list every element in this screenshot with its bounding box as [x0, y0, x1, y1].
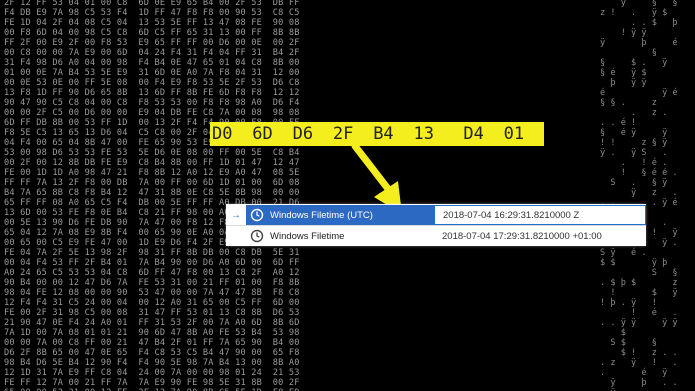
ascii-dump-row: . z ÿ ! .	[600, 358, 683, 368]
hex-byte: D0	[212, 124, 233, 144]
hex-dump-row: 12 F4 F4 31 C5 24 00 04 00 12 A0 31 65 0…	[4, 298, 305, 308]
hex-dump-row: 00 0E 53 0E 00 FF 5E 08 00 F4 E9 F8 53 5…	[4, 78, 305, 88]
row-value: 2018-07-04 16:29:31.8210000 Z	[443, 209, 580, 221]
hex-dump-row: 13 F8 1D FF 90 D6 65 8B 13 6D FF 8B FE 6…	[4, 88, 305, 98]
hex-dump-row: A0 24 65 C5 53 53 04 C8 6D FF 47 F8 00 1…	[4, 268, 305, 278]
ascii-dump-row: é ÿ é	[600, 88, 683, 98]
hex-byte: B4	[373, 124, 394, 144]
ascii-dump-row: . $ þ $ z	[600, 278, 683, 288]
ascii-dump-row: $ $ ÿ þ	[600, 258, 683, 268]
clock-icon	[250, 208, 264, 222]
hex-dump-row: 2F 12 FF 53 04 01 00 C8 6D 0E E9 65 B4 0…	[4, 0, 305, 8]
hex-dump-row: 53 00 98 D6 53 53 FE 53 5E D6 0E 08 00 F…	[4, 148, 305, 158]
hex-dump-row: FF FF 7A 13 2F F8 00 DB 7A 00 FF 00 6D 1…	[4, 178, 305, 188]
hex-dump-row: 00 2F 00 12 8B DB FE E9 C8 B4 8B 00 FF 1…	[4, 158, 305, 168]
ascii-dump-row: S $ §	[600, 338, 683, 348]
ascii-dump-row: § é ÿ ÿ	[600, 128, 683, 138]
hex-dump-background: 2F 12 FF 53 04 01 00 C8 6D 0E E9 65 B4 0…	[0, 0, 695, 391]
ascii-dump-row: S §	[600, 268, 683, 278]
ascii-dump-row: ! ! z § ÿ	[600, 138, 683, 148]
ascii-dump-row: § § . z	[600, 98, 683, 108]
ascii-dump-row: . ! é .	[600, 158, 683, 168]
ascii-dump-row: ÿ z .	[600, 188, 683, 198]
hex-dump-row: FE FF 12 7A 00 21 FF 7A 7A E9 90 FE 98 5…	[4, 378, 305, 388]
filetime-utc-row[interactable]: → Windows Filetime (UTC) 2018-07-04 16:2…	[226, 205, 646, 225]
hex-dump-row: 00 04 F4 53 FF 2F B4 01 7A B4 90 00 D6 A…	[4, 258, 305, 268]
hex-dump-row: 21 90 47 0E F4 24 A0 01 FF 31 53 2F 00 7…	[4, 318, 305, 328]
ascii-dump-row: þ ÿ ÿ	[600, 78, 683, 88]
hex-dump-row: B4 7A 65 8B C8 F8 B4 12 47 31 8B 0E C8 5…	[4, 188, 305, 198]
ascii-dump-row: ! é .	[600, 308, 683, 318]
hex-byte: D4	[463, 124, 484, 144]
ascii-dump-row: ! ÿ ÿ	[600, 28, 683, 38]
ascii-dump-row: . . $ þ	[600, 18, 683, 28]
hex-dump-row: 90 B4 00 00 12 47 D6 7A FE 53 31 00 21 F…	[4, 278, 305, 288]
ascii-dump-row: $	[600, 328, 683, 338]
filetime-local-row[interactable]: Windows Filetime 2018-07-04 17:29:31.821…	[226, 226, 646, 246]
ascii-dump-row: S ÿ é .	[600, 248, 683, 258]
ascii-dump-row: . z .	[600, 108, 683, 118]
hex-dump-row: 31 F4 98 D6 A0 04 00 98 F4 B4 0E 47 65 0…	[4, 58, 305, 68]
hex-dump-row: 98 B4 D6 5E B4 12 90 F4 F4 90 5E 98 7A B…	[4, 358, 305, 368]
ascii-dump-row: ÿ § §	[600, 0, 683, 8]
ascii-dump-row: . . ÿ ÿ ÿ ÿ	[600, 318, 683, 328]
hex-dump-row: 00 C8 00 00 7A E9 00 6D 04 24 F4 31 F4 0…	[4, 48, 305, 58]
timestamp-interpretation-panel: → Windows Filetime (UTC) 2018-07-04 16:2…	[226, 204, 646, 246]
hex-dump-row: FE 00 2F 31 98 C5 00 08 31 47 FF 53 01 1…	[4, 308, 305, 318]
hex-byte: D6	[292, 124, 314, 144]
hex-dump-row: 00 00 7A 00 C8 FF 00 21 47 B4 2F 01 FF 7…	[4, 338, 305, 348]
ascii-dump-row: . é ÿ	[600, 368, 683, 378]
hex-byte: 6D	[252, 124, 273, 144]
hex-byte: 01	[503, 124, 525, 144]
row-value-cell[interactable]: 2018-07-04 16:29:31.8210000 Z	[434, 205, 646, 225]
hex-byte: 13	[413, 124, 434, 144]
hex-byte: 2F	[332, 124, 354, 144]
row-value-cell[interactable]: 2018-07-04 17:29:31.8210000 +01:00	[434, 226, 646, 246]
hex-dump-row: 7A 1D 00 7A 08 01 01 21 90 6D 47 8B A0 F…	[4, 328, 305, 338]
ascii-dump-row: § $ . ÿ	[600, 58, 683, 68]
ascii-dump-row: § é ÿ $	[600, 68, 683, 78]
hex-dump-row: 00 F8 6D 04 00 98 C5 C8 6D C5 FF 65 31 1…	[4, 28, 305, 38]
hex-dump-row: 90 47 90 C5 C8 04 00 C8 F8 53 53 00 F8 F…	[4, 98, 305, 108]
hex-dump-row: 00 00 2F C5 00 D6 00 00 E9 04 DB FE C8 7…	[4, 108, 305, 118]
ascii-dump-row: S . § ÿ	[600, 178, 683, 188]
selected-bytes-highlight: D0 6D D6 2F B4 13 D4 01	[210, 122, 544, 146]
ascii-dump-row: ÿ þ . .	[600, 378, 683, 388]
hex-dump-row: D6 2F 8B 65 00 47 0E 65 F4 C8 53 C5 B4 4…	[4, 348, 305, 358]
ascii-dump-row: $ ! z . .	[600, 348, 683, 358]
hex-dump-row: FF 2F 00 E9 2F 00 F8 53 E9 65 FF FF 00 D…	[4, 38, 305, 48]
ascii-dump-row: ÿ þ é	[600, 38, 683, 48]
hex-dump-row: FE 1D 04 2F 04 08 C5 04 13 53 5E FF 13 4…	[4, 18, 305, 28]
ascii-dump-row: z ! . ÿ $	[600, 8, 683, 18]
row-name-cell[interactable]: Windows Filetime	[246, 226, 434, 246]
row-label: Windows Filetime	[270, 230, 345, 242]
hex-dump-row: 98 04 FE 12 08 00 00 90 53 47 00 00 7A 4…	[4, 288, 305, 298]
row-value: 2018-07-04 17:29:31.8210000 +01:00	[442, 230, 602, 242]
row-label: Windows Filetime (UTC)	[270, 209, 373, 221]
hex-dump-row: FE 04 7A 2F 5E 13 98 2F 98 31 FF 8B DB 0…	[4, 248, 305, 258]
clock-icon	[250, 229, 264, 243]
hex-dump-row: 12 1D 31 7A E9 FF C8 04 24 00 7A 00 00 9…	[4, 368, 305, 378]
current-row-indicator-icon: →	[231, 209, 241, 221]
hex-dump-row: F4 DB E9 7A 98 C5 53 F4 1D FF 47 F8 F8 0…	[4, 8, 305, 18]
ascii-dump-row: ! § é é .	[600, 168, 683, 178]
ascii-dump-row: ! $ ÿ	[600, 288, 683, 298]
hex-dump-row: 01 00 0E 7A B4 53 5E E9 31 6D 0E A0 7A F…	[4, 68, 305, 78]
ascii-dump-row: §	[600, 48, 683, 58]
ascii-dump-row: . . é !	[600, 118, 683, 128]
hex-dump-row: FE 00 1D 1D A0 98 47 21 F8 8B 12 A0 12 E…	[4, 168, 305, 178]
ascii-dump-row: ! þ . ÿ !	[600, 298, 683, 308]
ascii-dump-row: ÿ . ÿ S .	[600, 148, 683, 158]
row-name-cell[interactable]: Windows Filetime (UTC)	[246, 205, 434, 225]
